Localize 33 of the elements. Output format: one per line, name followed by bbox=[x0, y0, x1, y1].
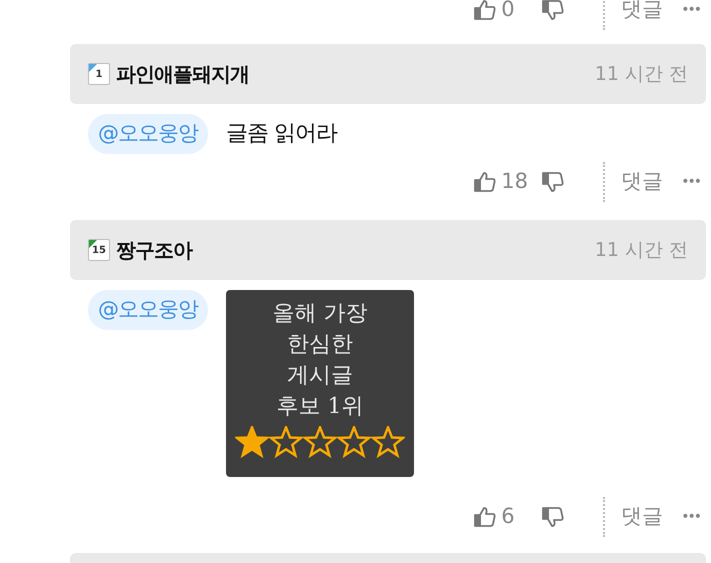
star-icon bbox=[303, 426, 337, 458]
like-count: 6 bbox=[501, 503, 516, 530]
more-button[interactable]: ••• bbox=[681, 506, 700, 528]
mention-tag[interactable]: @오오웅앙 bbox=[88, 290, 208, 330]
sticker-text: 게시글 bbox=[287, 362, 353, 390]
reply-button[interactable]: 댓글 bbox=[621, 166, 664, 198]
sticker-text: 올해 가장 bbox=[272, 300, 368, 328]
thumbs-up-icon[interactable] bbox=[473, 505, 498, 529]
author-name[interactable]: 파인애플돼지개 bbox=[116, 59, 249, 89]
thumbs-down-icon[interactable] bbox=[541, 505, 566, 529]
star-icon bbox=[235, 426, 269, 458]
sticker-text: 후보 1위 bbox=[276, 393, 364, 421]
reply-button[interactable]: 댓글 bbox=[621, 0, 664, 26]
comment-text: 글좀 읽어라 bbox=[226, 120, 337, 148]
star-icon bbox=[269, 426, 303, 458]
comment-time: 11 시간 전 bbox=[594, 62, 688, 87]
mention-tag[interactable]: @오오웅앙 bbox=[88, 114, 208, 154]
author-name[interactable]: 짱구조아 bbox=[116, 235, 192, 265]
more-button[interactable]: ••• bbox=[681, 172, 700, 192]
level-badge: 15 bbox=[88, 239, 110, 261]
thumbs-up-icon[interactable] bbox=[473, 170, 498, 194]
sticker-text: 한심한 bbox=[287, 331, 353, 359]
more-button[interactable]: ••• bbox=[681, 0, 700, 20]
thumbs-down-icon[interactable] bbox=[541, 0, 566, 22]
star-icon bbox=[337, 426, 371, 458]
star-icon bbox=[371, 426, 405, 458]
thumbs-down-icon[interactable] bbox=[541, 170, 566, 194]
comment-time: 11 시간 전 bbox=[594, 238, 688, 263]
like-count: 18 bbox=[501, 168, 529, 196]
like-count: 0 bbox=[501, 0, 516, 24]
reply-button[interactable]: 댓글 bbox=[621, 501, 664, 533]
thumbs-up-icon[interactable] bbox=[473, 0, 498, 22]
level-badge: 1 bbox=[88, 63, 110, 85]
